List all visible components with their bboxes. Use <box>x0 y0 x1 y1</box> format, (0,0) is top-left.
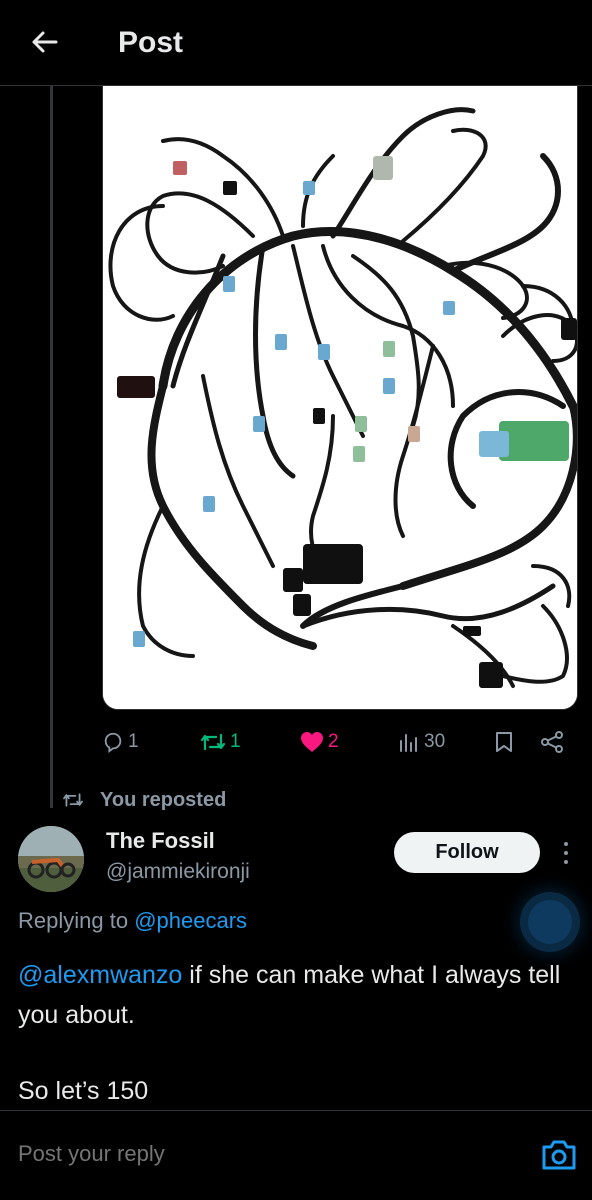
repost-indicator: You reposted <box>62 786 226 814</box>
reply-count: 1 <box>128 731 139 752</box>
share-icon <box>541 731 563 753</box>
floating-action-button[interactable] <box>520 892 580 952</box>
replying-prefix: Replying to <box>18 908 129 933</box>
repost-icon <box>200 733 226 751</box>
reply-author-handle[interactable]: @jammiekironji <box>106 860 250 884</box>
replying-to-mention[interactable]: @pheecars <box>134 908 247 933</box>
like-button[interactable]: 2 <box>300 724 339 760</box>
post-image[interactable] <box>102 86 578 710</box>
repost-count: 1 <box>230 731 241 752</box>
camera-button[interactable] <box>540 1137 578 1173</box>
more-dot-icon <box>564 860 568 864</box>
repost-icon <box>63 793 83 807</box>
views-button[interactable]: 30 <box>398 724 445 760</box>
reply-text-line2: So let’s 150 <box>18 1077 149 1105</box>
heart-icon <box>301 732 323 752</box>
reply-icon <box>104 732 122 753</box>
wiring-harness-image <box>103 86 577 709</box>
replying-to-line: Replying to @pheecars <box>18 908 247 934</box>
more-dot-icon <box>564 851 568 855</box>
avatar-image <box>18 826 84 892</box>
post-action-bar: 1 1 2 30 <box>102 724 578 760</box>
reply-text: @alexmwanzo if she can make what I alway… <box>18 955 578 1035</box>
reply-author-name[interactable]: The Fossil <box>106 828 215 854</box>
reply-mention-link[interactable]: @alexmwanzo <box>18 961 182 989</box>
share-button[interactable] <box>540 724 564 760</box>
more-options-button[interactable] <box>556 838 576 868</box>
reply-input[interactable] <box>18 1141 498 1167</box>
repost-button[interactable]: 1 <box>200 724 241 760</box>
camera-icon <box>542 1140 576 1170</box>
page-title: Post <box>118 26 184 59</box>
views-count: 30 <box>424 731 446 752</box>
more-dot-icon <box>564 842 568 846</box>
repost-note-text: You reposted <box>100 788 227 811</box>
views-icon <box>400 734 417 752</box>
fab-inner <box>528 900 572 944</box>
like-count: 2 <box>328 731 339 752</box>
arrow-left-icon <box>32 31 58 53</box>
reply-button[interactable]: 1 <box>102 724 139 760</box>
back-button[interactable] <box>26 24 62 60</box>
reply-composer <box>0 1110 592 1200</box>
bookmark-button[interactable] <box>494 724 514 760</box>
follow-button[interactable]: Follow <box>394 832 540 873</box>
thread-line <box>50 86 53 808</box>
avatar[interactable] <box>18 826 84 892</box>
top-bar: Post <box>0 0 592 86</box>
bookmark-icon <box>496 732 512 752</box>
